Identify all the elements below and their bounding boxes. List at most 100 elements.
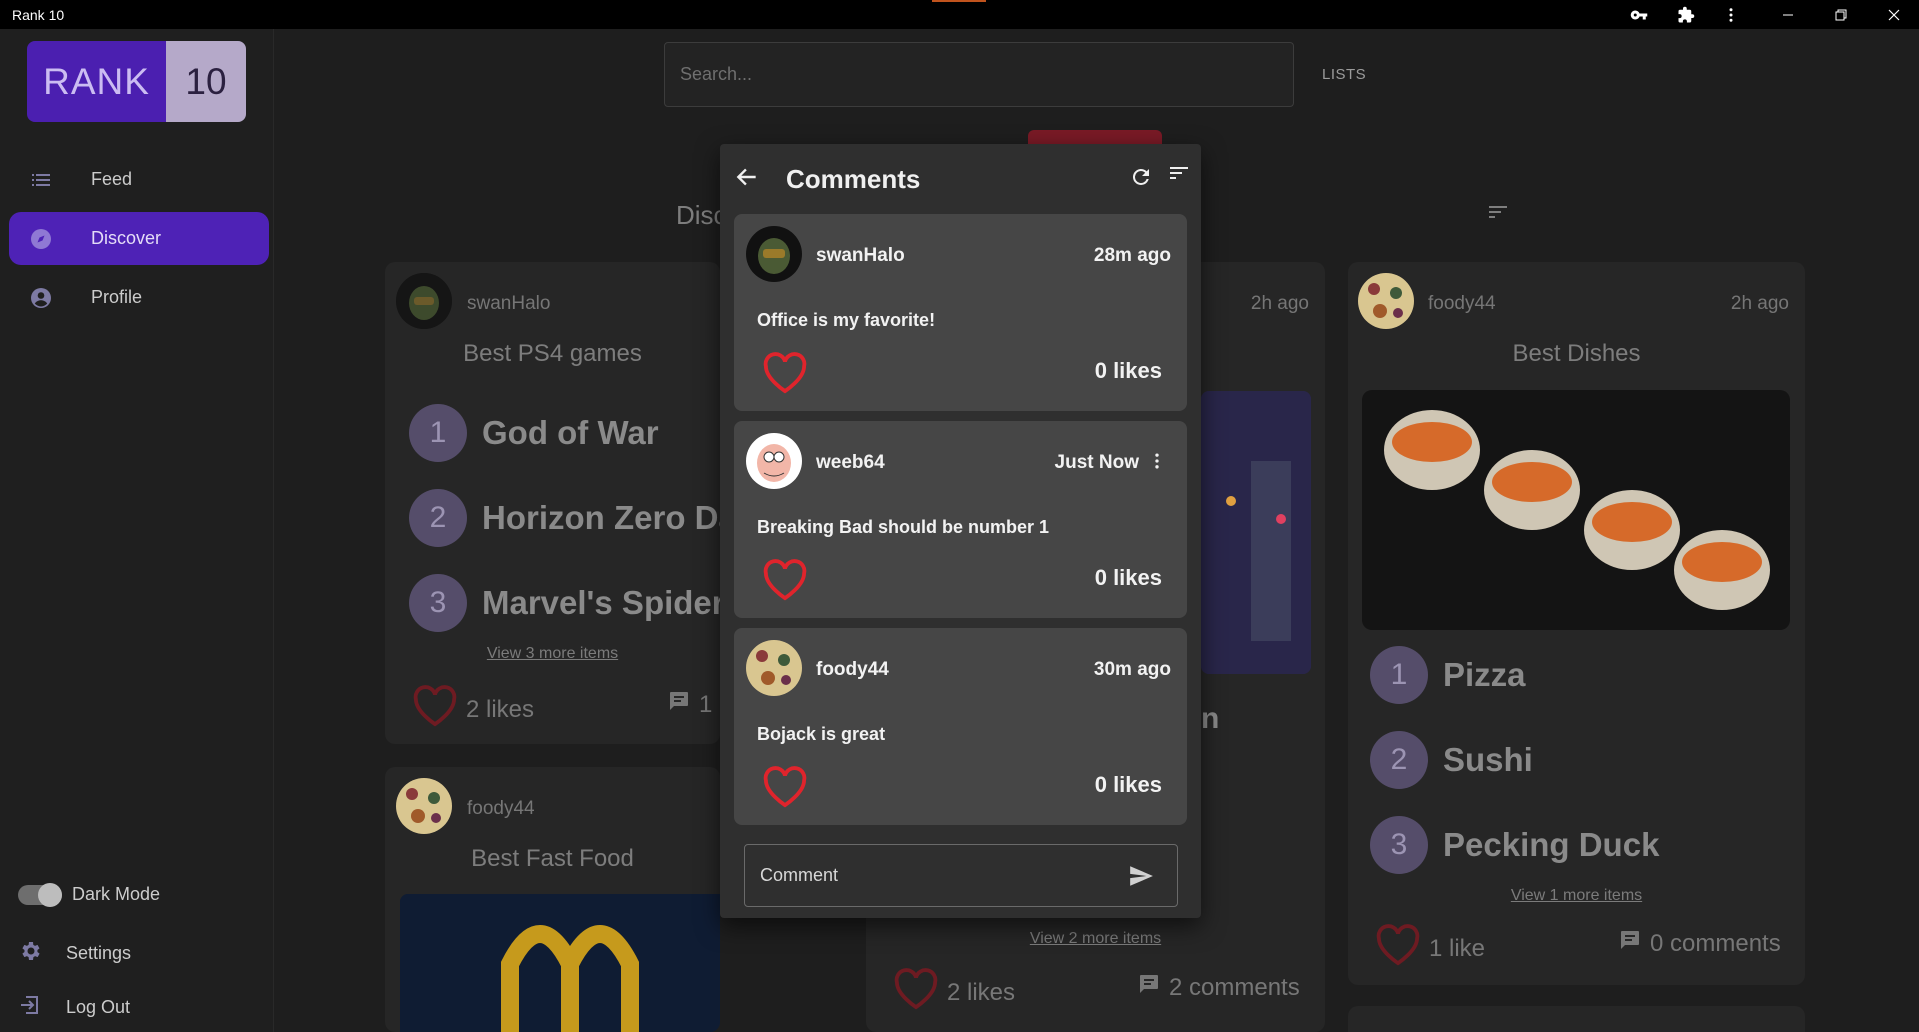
search-box[interactable]	[664, 42, 1294, 107]
sidebar: RANK 10 Feed Discover Profile Dark Mode …	[0, 29, 274, 1032]
dark-mode-label: Dark Mode	[72, 884, 161, 904]
likes-row: 1 like	[1375, 924, 1485, 973]
list-card-best-ps4-games[interactable]: swanHalo Best PS4 games 1 God of War 2 H…	[385, 262, 720, 744]
list-item: 1 Pizza	[1370, 646, 1526, 704]
sort-icon[interactable]	[1164, 158, 1194, 188]
heart-icon[interactable]	[762, 766, 808, 813]
heart-icon[interactable]	[1375, 924, 1421, 973]
comments-count: 0 comments	[1650, 929, 1781, 957]
rank-number: 1	[1370, 646, 1428, 704]
card-time: 2h ago	[1250, 293, 1309, 314]
rank-item-name: God of War	[482, 414, 659, 451]
compass-icon	[9, 227, 69, 251]
sidebar-item-label: Feed	[91, 169, 133, 189]
discover-heading: Disc	[676, 200, 727, 230]
sort-icon[interactable]	[1486, 200, 1510, 229]
card-username: foody44	[467, 798, 535, 819]
sidebar-item-feed[interactable]: Feed	[9, 153, 269, 206]
restore-icon[interactable]	[1821, 0, 1861, 29]
logout-link[interactable]: Log Out	[18, 993, 130, 1022]
settings-label: Settings	[66, 943, 132, 963]
list-card-next[interactable]	[1348, 1006, 1805, 1032]
avatar	[396, 273, 452, 329]
comment-text: Breaking Bad should be number 1	[757, 517, 1050, 537]
comment-input[interactable]	[745, 845, 1177, 906]
dark-mode-toggle-row[interactable]: Dark Mode	[18, 882, 161, 907]
settings-link[interactable]: Settings	[18, 939, 131, 968]
avatar	[746, 433, 802, 489]
comment-text: Bojack is great	[757, 724, 886, 744]
avatar	[746, 640, 802, 696]
card-username: foody44	[1428, 293, 1496, 314]
gear-icon	[18, 939, 42, 968]
view-more-link[interactable]: View 1 more items	[1348, 887, 1805, 905]
card-title: Best PS4 games	[463, 340, 642, 367]
list-card-best-fast-food[interactable]: foody44 Best Fast Food	[385, 767, 720, 1032]
logo-rank: RANK	[27, 41, 166, 122]
comment-time: Just Now	[1054, 452, 1139, 473]
rank-item-name: Horizon Zero Da	[482, 499, 720, 536]
likes-row: 2 likes	[893, 968, 1015, 1017]
view-more-link[interactable]: View 2 more items	[866, 930, 1325, 948]
rank-number: 2	[1370, 731, 1428, 789]
card-username: swanHalo	[467, 293, 551, 314]
rank-item-name: Sushi	[1443, 741, 1533, 778]
heart-icon[interactable]	[412, 685, 458, 734]
rank-item-name: Marvel's Spider-	[482, 584, 720, 621]
comment-field[interactable]	[744, 844, 1178, 907]
comment-username[interactable]: swanHalo	[816, 245, 905, 267]
comments-row[interactable]: 0 comments	[1618, 928, 1781, 959]
rank-item-name: Pizza	[1443, 656, 1526, 693]
comment-time: 28m ago	[1093, 245, 1171, 266]
list-item: 2 Horizon Zero Da	[409, 489, 720, 547]
avatar	[396, 778, 452, 834]
card-time: 2h ago	[1730, 293, 1789, 314]
account-icon	[9, 286, 69, 310]
card-image	[1201, 391, 1311, 674]
sidebar-item-label: Profile	[91, 287, 143, 307]
more-vert-icon[interactable]	[1147, 449, 1167, 478]
search-input[interactable]	[665, 43, 1293, 106]
sidebar-item-profile[interactable]: Profile	[9, 271, 269, 324]
more-vert-icon[interactable]	[1711, 0, 1751, 29]
rank-number: 1	[409, 404, 467, 462]
card-partial-text: n	[1201, 702, 1220, 735]
card-image	[1362, 390, 1790, 630]
comments-count: 2 comments	[1169, 973, 1300, 1001]
key-icon[interactable]	[1619, 0, 1659, 29]
list-item: 3 Marvel's Spider-	[409, 574, 720, 632]
list-card-best-dishes[interactable]: foody44 2h ago Best Dishes 1 Pizza 2 Sus…	[1348, 262, 1805, 985]
app-logo[interactable]: RANK 10	[27, 41, 246, 122]
lists-link[interactable]: LISTS	[1322, 66, 1366, 83]
toggle-knob	[38, 882, 62, 907]
heart-icon[interactable]	[762, 352, 808, 399]
comments-row[interactable]: 1	[667, 689, 712, 720]
sidebar-item-discover[interactable]: Discover	[9, 212, 269, 265]
extension-icon[interactable]	[1666, 0, 1706, 29]
likes-count: 2 likes	[466, 695, 535, 723]
send-icon[interactable]	[1127, 863, 1155, 894]
comment-icon	[1137, 972, 1161, 1003]
comment-card: foody44 30m ago Bojack is great 0 likes	[734, 628, 1187, 825]
heart-icon[interactable]	[893, 968, 939, 1017]
comment-username[interactable]: foody44	[816, 659, 889, 681]
view-more-link[interactable]: View 3 more items	[385, 645, 720, 663]
comments-row[interactable]: 2 comments	[1137, 972, 1300, 1003]
likes-count: 2 likes	[947, 978, 1016, 1006]
comment-username[interactable]: weeb64	[816, 452, 885, 474]
list-item: 2 Sushi	[1370, 731, 1533, 789]
window-titlebar: Rank 10	[0, 0, 1919, 29]
heart-icon[interactable]	[762, 559, 808, 606]
logout-icon	[18, 993, 42, 1022]
close-icon[interactable]	[1874, 0, 1914, 29]
window-title: Rank 10	[12, 7, 65, 23]
minimize-icon[interactable]	[1768, 0, 1808, 29]
logo-ten: 10	[166, 41, 246, 122]
comment-likes: 0 likes	[1094, 358, 1162, 383]
likes-row: 2 likes	[412, 685, 534, 734]
comment-text: Office is my favorite!	[757, 310, 936, 330]
card-title: Best Fast Food	[471, 845, 634, 872]
back-arrow-icon[interactable]	[732, 162, 762, 192]
refresh-icon[interactable]	[1126, 162, 1156, 192]
dark-mode-toggle[interactable]	[18, 882, 62, 907]
